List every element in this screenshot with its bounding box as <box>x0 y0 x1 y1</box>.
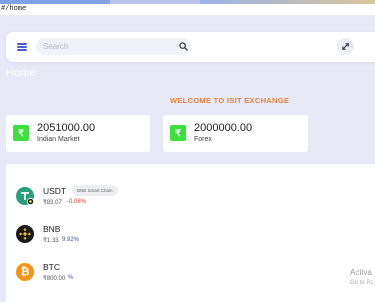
search-box <box>36 38 191 55</box>
top-header <box>6 32 375 62</box>
coin-price: ₹83.07 <box>43 200 62 206</box>
coin-symbol: BNB <box>43 224 61 234</box>
btc-logo-icon: ₿ <box>16 263 34 281</box>
welcome-banner: WELCOME TO ISIT EXCHANGE <box>170 96 290 105</box>
hamburger-icon[interactable] <box>17 43 27 51</box>
search-icon[interactable] <box>179 42 188 51</box>
stat-label: Indian Market <box>37 136 80 143</box>
windows-activation-watermark: Activa <box>350 268 372 277</box>
bnb-logo-icon <box>16 225 34 243</box>
coin-price: ₹800.00 <box>43 276 66 282</box>
rupee-icon: ₹ <box>13 125 29 141</box>
stat-card-indian-market[interactable]: ₹ 2051000.00 Indian Market <box>6 115 150 152</box>
coin-change: % <box>68 275 74 281</box>
stat-value: 2000000.00 <box>194 122 253 134</box>
address-bar[interactable]: #/home <box>0 4 375 15</box>
coin-change: 9.92% <box>62 237 80 243</box>
stat-label: Forex <box>194 136 212 143</box>
coin-list: USDT BNB Smart Chain ₹83.07 -0.08% BNB ₹… <box>6 164 375 302</box>
rupee-icon: ₹ <box>170 125 186 141</box>
search-input[interactable] <box>43 38 168 55</box>
coin-price: ₹1.33 <box>43 238 59 244</box>
page-title: Home <box>6 67 37 79</box>
url-text: #/home <box>1 5 27 13</box>
chain-badge: BNB Smart Chain <box>72 185 118 196</box>
coin-symbol: BTC <box>43 262 60 272</box>
coin-row-usdt[interactable]: USDT BNB Smart Chain ₹83.07 -0.08% <box>16 185 316 212</box>
expand-arrows-icon <box>342 43 349 50</box>
coin-symbol: USDT <box>43 186 67 196</box>
coin-row-btc[interactable]: ₿ BTC ₹800.00 % <box>16 262 316 288</box>
stat-card-forex[interactable]: ₹ 2000000.00 Forex <box>163 115 308 152</box>
windows-activation-hint: Go to Pc <box>350 280 374 286</box>
fullscreen-button[interactable] <box>337 38 354 55</box>
coin-row-bnb[interactable]: BNB ₹1.33 9.92% <box>16 224 316 250</box>
usdt-logo-icon <box>16 187 35 206</box>
stat-value: 2051000.00 <box>37 122 96 134</box>
coin-change: -0.08% <box>67 199 87 205</box>
